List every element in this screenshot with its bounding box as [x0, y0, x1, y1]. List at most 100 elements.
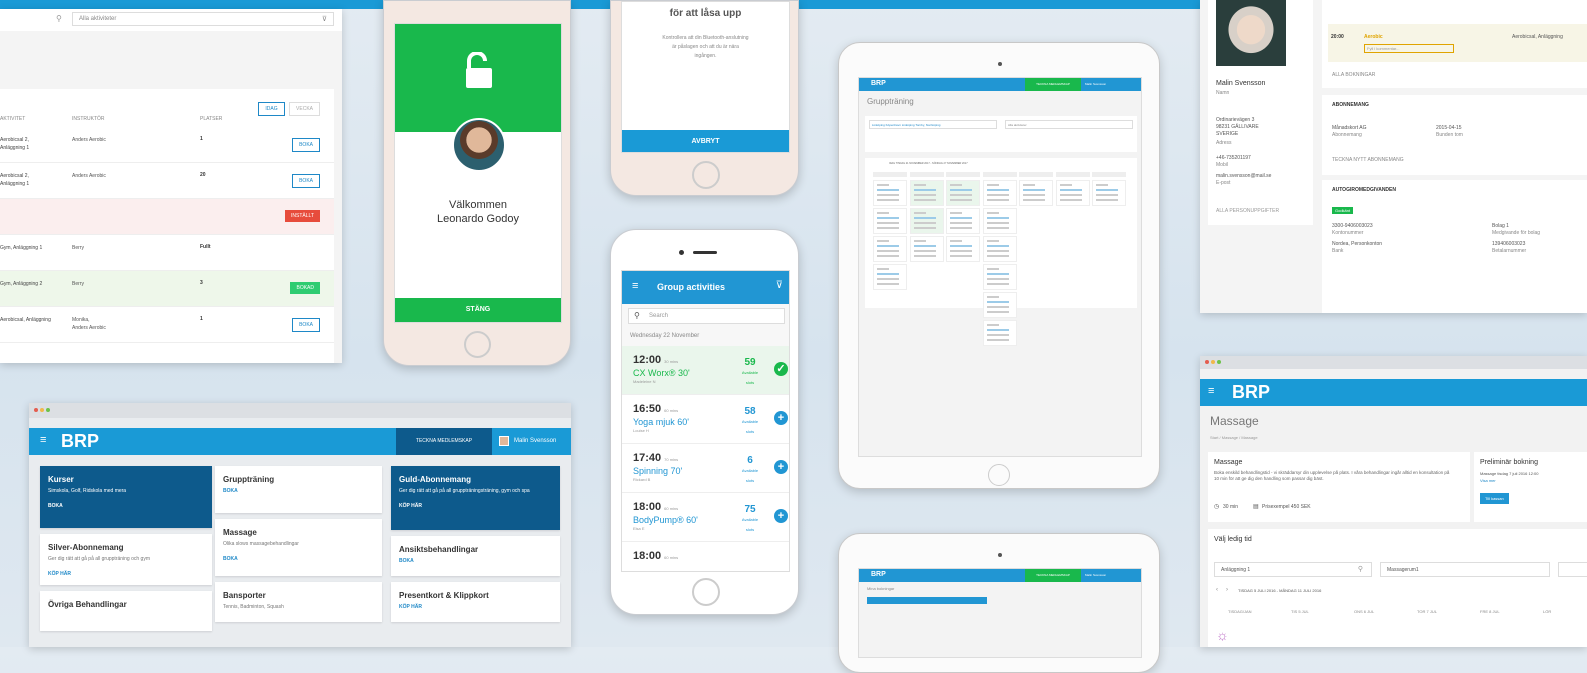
- card-link[interactable]: BOKA: [223, 556, 374, 562]
- site-logo[interactable]: BRP: [61, 431, 99, 452]
- user-menu[interactable]: Malin Svensson: [1085, 573, 1106, 577]
- search-input[interactable]: ⚲ Search: [628, 308, 785, 324]
- all-personal-data-link[interactable]: ALLA PERSONUPPGIFTER: [1216, 208, 1279, 214]
- add-icon[interactable]: +: [774, 460, 788, 474]
- hamburger-menu-icon[interactable]: ≡: [40, 434, 46, 446]
- card-link[interactable]: BOKA: [223, 488, 374, 494]
- service-card[interactable]: Kurser Simskola, Golf, Ridskola med mera B…: [40, 466, 212, 528]
- checkout-button[interactable]: Till kassan: [1480, 493, 1509, 504]
- book-button[interactable]: BOKA: [292, 174, 320, 188]
- activity-duration: 30 mins: [664, 359, 679, 364]
- user-menu[interactable]: Malin Svensson: [1085, 82, 1106, 86]
- prev-week-icon[interactable]: ‹: [1216, 587, 1218, 593]
- home-button[interactable]: [692, 161, 720, 189]
- schedule-cell[interactable]: [909, 236, 944, 262]
- location-pin-icon[interactable]: ⚲: [56, 14, 62, 23]
- row-places: 1: [200, 136, 203, 142]
- schedule-cell[interactable]: [1019, 180, 1053, 206]
- schedule-cell[interactable]: [946, 208, 980, 234]
- tab-today[interactable]: IDAG: [258, 102, 285, 116]
- check-icon[interactable]: ✓: [774, 362, 788, 376]
- hamburger-menu-icon[interactable]: ≡: [1208, 385, 1214, 397]
- extra-select[interactable]: [1558, 562, 1587, 577]
- book-button[interactable]: BOKA: [292, 138, 320, 152]
- booked-button[interactable]: BOKAD: [290, 282, 320, 294]
- schedule-cell[interactable]: [873, 180, 907, 206]
- service-card[interactable]: Bansporter Tennis, Badminton, Squash: [215, 582, 382, 622]
- window-minimize-icon[interactable]: [40, 408, 44, 412]
- show-more-link[interactable]: Visa mer: [1480, 478, 1496, 483]
- site-logo[interactable]: BRP: [1232, 382, 1270, 403]
- schedule-cell[interactable]: [982, 180, 1017, 206]
- sign-up-button[interactable]: TECKNA MEDLEMSKAP: [1025, 569, 1081, 582]
- card-link[interactable]: KÖP HÄR: [399, 604, 552, 610]
- schedule-cell[interactable]: [982, 292, 1017, 318]
- activity-list-item[interactable]: 18:00 60 mins: [622, 542, 789, 571]
- tablet-logo[interactable]: BRP: [871, 80, 886, 87]
- new-subscription-link[interactable]: TECKNA NYTT ABONNEMANG: [1332, 157, 1404, 163]
- home-button[interactable]: [988, 464, 1010, 486]
- home-button[interactable]: [464, 331, 491, 358]
- home-button[interactable]: [692, 578, 720, 606]
- next-week-icon[interactable]: ›: [1226, 587, 1228, 593]
- schedule-cell[interactable]: [946, 236, 980, 262]
- filter-icon[interactable]: ⊽: [776, 280, 783, 291]
- activity-list-item[interactable]: 12:00 30 mins CX Worx® 30' Madeleine N 59 Ava…: [622, 346, 789, 395]
- service-card[interactable]: Ansiktsbehandlingar BOKA: [391, 536, 560, 576]
- card-link[interactable]: BOKA: [399, 558, 552, 564]
- window-maximize-icon[interactable]: [1217, 360, 1221, 364]
- activity-filter-input[interactable]: Alla aktiviteter ⊽: [72, 12, 334, 26]
- window-maximize-icon[interactable]: [46, 408, 50, 412]
- activity-list-item[interactable]: 17:40 70 mins Spinning 70' Rickard B 6 Availa…: [622, 444, 789, 493]
- facility-select[interactable]: Anläggning 1 ⚲: [1214, 562, 1372, 577]
- comment-select[interactable]: Fyll i kommentar...: [1364, 44, 1454, 53]
- card-link[interactable]: KÖP HÄR: [48, 571, 204, 577]
- schedule-cell[interactable]: [982, 208, 1017, 234]
- sign-up-button[interactable]: TECKNA MEDLEMSKAP: [1025, 78, 1081, 91]
- service-card[interactable]: Massage Olika slows massagebehandlingar BO…: [215, 519, 382, 576]
- cell-text-line: [1096, 189, 1118, 191]
- cell-text-line: [986, 245, 1009, 247]
- cancel-button[interactable]: AVBRYT: [622, 130, 789, 152]
- service-card[interactable]: Guld-Abonnemang Ger dig rätt att gå på al…: [391, 466, 560, 530]
- schedule-cell[interactable]: [873, 264, 907, 290]
- window-minimize-icon[interactable]: [1211, 360, 1215, 364]
- service-card[interactable]: Gruppträning BOKA: [215, 466, 382, 513]
- window-close-icon[interactable]: [1205, 360, 1209, 364]
- close-button[interactable]: STÄNG: [395, 298, 561, 322]
- profile-address-label: Adress: [1216, 140, 1232, 146]
- tablet-logo[interactable]: BRP: [871, 571, 886, 578]
- schedule-cell[interactable]: [909, 208, 944, 234]
- book-button[interactable]: BOKA: [292, 318, 320, 332]
- add-icon[interactable]: +: [774, 509, 788, 523]
- all-bookings-link[interactable]: ALLA BOKNINGAR: [1332, 72, 1375, 78]
- schedule-cell[interactable]: [909, 180, 944, 206]
- add-icon[interactable]: +: [774, 411, 788, 425]
- service-card[interactable]: Silver-Abonnemang Ger dig rätt att gå på …: [40, 534, 212, 585]
- schedule-cell[interactable]: [1055, 180, 1090, 206]
- schedule-cell[interactable]: [946, 180, 980, 206]
- schedule-cell[interactable]: [982, 236, 1017, 262]
- service-card[interactable]: Övriga Behandlingar: [40, 591, 212, 631]
- activity-list-item[interactable]: 18:00 60 mins BodyPump® 60' Elsa E 75 Availab…: [622, 493, 789, 542]
- schedule-cell[interactable]: [982, 264, 1017, 290]
- schedule-cell[interactable]: [873, 236, 907, 262]
- hamburger-menu-icon[interactable]: ≡: [632, 280, 638, 292]
- schedule-cell[interactable]: [982, 320, 1017, 346]
- breadcrumb[interactable]: Start / Massage / Massage: [1210, 435, 1258, 440]
- user-avatar[interactable]: [499, 436, 509, 446]
- card-link[interactable]: BOKA: [48, 503, 204, 509]
- cancelled-badge[interactable]: INSTÄLLT: [285, 210, 320, 222]
- schedule-cell[interactable]: [873, 208, 907, 234]
- schedule-cell[interactable]: [1092, 180, 1126, 206]
- tab-week[interactable]: VECKA: [289, 102, 320, 116]
- sign-up-button[interactable]: TECKNA MEDLEMSKAP: [396, 428, 492, 455]
- activity-list-item[interactable]: 16:50 60 mins Yoga mjuk 60' Louise H 58 Avail…: [622, 395, 789, 444]
- service-card[interactable]: Presentkort & Klippkort KÖP HÄR: [391, 582, 560, 622]
- activity-select[interactable]: Alla aktiviteter: [1005, 120, 1133, 129]
- window-close-icon[interactable]: [34, 408, 38, 412]
- room-select[interactable]: Massagerum1: [1380, 562, 1550, 577]
- card-link[interactable]: KÖP HÄR: [399, 503, 552, 509]
- user-menu[interactable]: Malin Svensson: [514, 438, 556, 444]
- location-select[interactable]: Linköping Köpenhavn Linköping Tornby, No…: [869, 120, 997, 129]
